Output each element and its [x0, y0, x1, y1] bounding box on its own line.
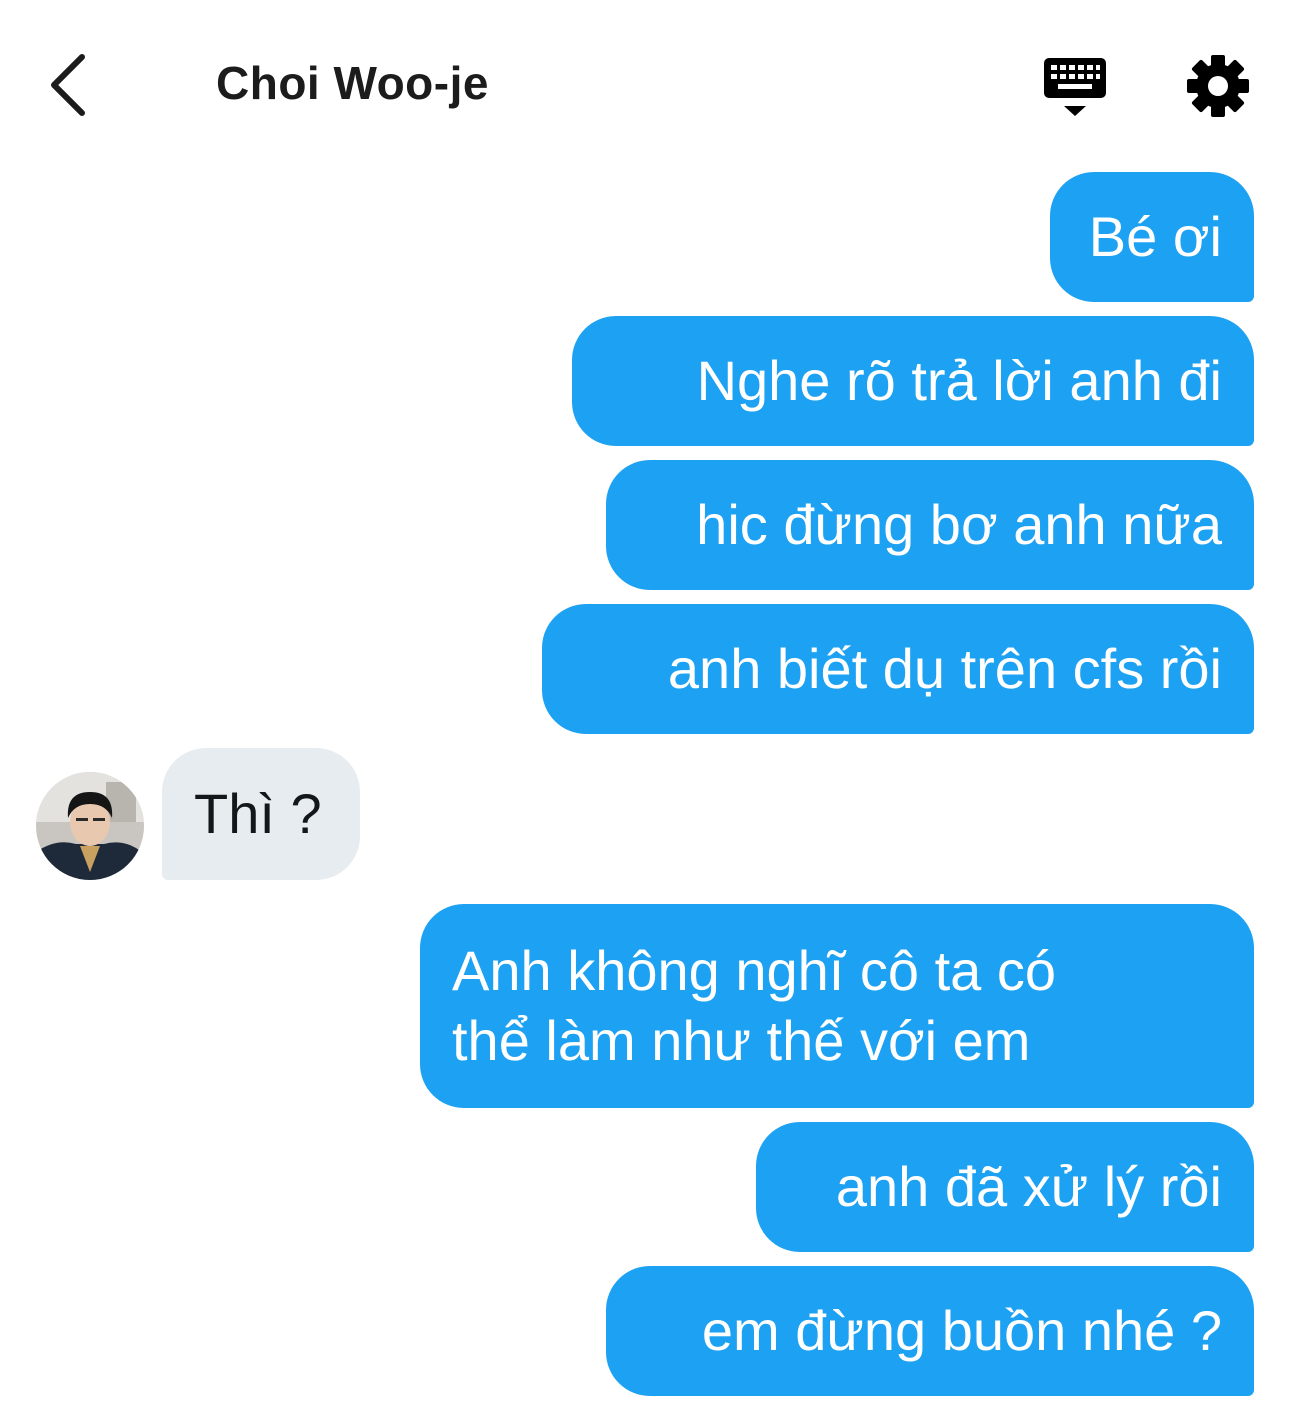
message-bubble-outgoing[interactable]: Nghe rõ trả lời anh đi — [572, 316, 1254, 446]
message-text: anh biết dụ trên cfs rồi — [667, 637, 1222, 700]
message-text-line: thể làm như thế với em — [452, 1009, 1031, 1072]
message-thread: Bé ơi Nghe rõ trả lời anh đi hic đừng bơ… — [0, 0, 1290, 1404]
message-text: Bé ơi — [1088, 205, 1222, 268]
message-bubble-outgoing[interactable]: anh biết dụ trên cfs rồi — [542, 604, 1254, 734]
message-bubble-outgoing[interactable]: em đừng buồn nhé ? — [606, 1266, 1254, 1396]
message-text-line: Anh không nghĩ cô ta có — [452, 939, 1056, 1002]
message-bubble-outgoing[interactable]: Anh không nghĩ cô ta có thể làm như thế … — [420, 904, 1254, 1108]
message-text: Thì ? — [194, 782, 322, 845]
avatar[interactable] — [36, 772, 144, 880]
profile-photo-icon — [36, 772, 144, 880]
message-text: em đừng buồn nhé ? — [701, 1299, 1222, 1362]
message-bubble-outgoing[interactable]: Bé ơi — [1050, 172, 1254, 302]
message-bubble-incoming[interactable]: Thì ? — [162, 748, 360, 880]
message-text: Nghe rõ trả lời anh đi — [696, 349, 1222, 412]
message-bubble-outgoing[interactable]: anh đã xử lý rồi — [756, 1122, 1254, 1252]
message-bubble-outgoing[interactable]: hic đừng bơ anh nữa — [606, 460, 1254, 590]
message-text: hic đừng bơ anh nữa — [696, 493, 1222, 556]
message-text: anh đã xử lý rồi — [835, 1155, 1222, 1218]
